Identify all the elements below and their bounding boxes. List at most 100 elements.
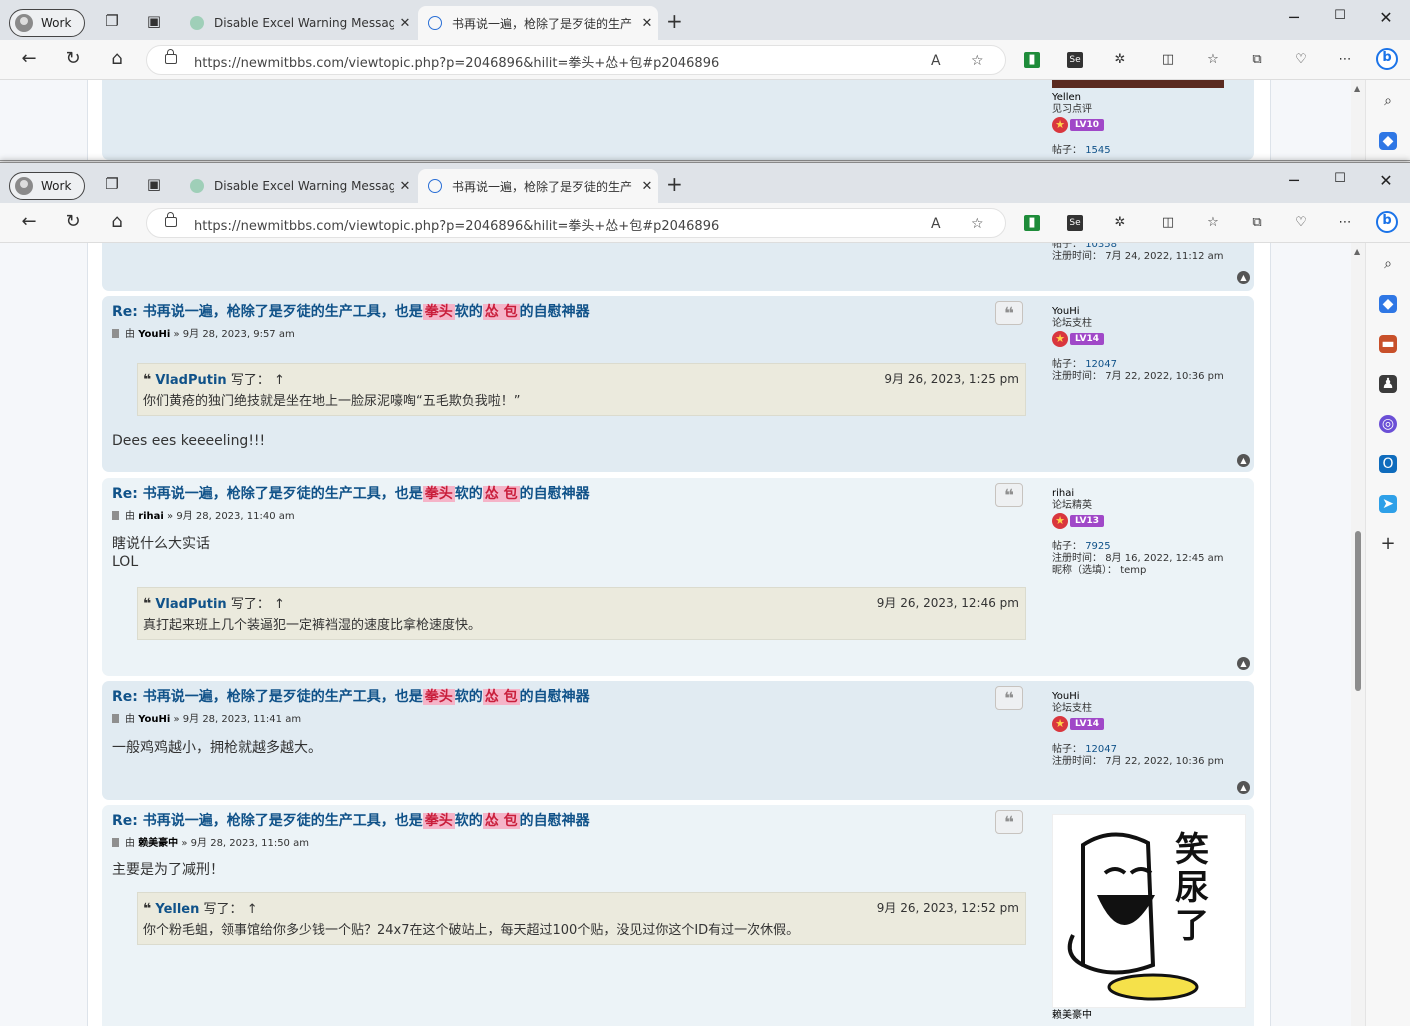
profile-button[interactable]: Work [9, 9, 85, 37]
tab-forum[interactable]: 书再说一遍，枪除了是歹徒的生产 ✕ [418, 169, 658, 203]
scroll-up-icon[interactable]: ▲ [1354, 247, 1360, 256]
favorite-star-icon[interactable]: ☆ [971, 53, 984, 69]
collections-icon[interactable]: ⧉ [1249, 52, 1265, 68]
tab-actions-icon[interactable]: ▣ [146, 13, 162, 29]
posts-count[interactable]: 7925 [1085, 541, 1110, 552]
quote-button[interactable]: ❝ [995, 686, 1023, 710]
scroll-up-icon[interactable]: ▲ [1354, 84, 1360, 93]
user-avatar-image[interactable]: 笑尿了 [1052, 814, 1246, 1008]
search-icon[interactable]: ⌕ [1379, 255, 1397, 273]
collections-icon[interactable]: ⧉ [1249, 215, 1265, 231]
favorites-icon[interactable]: ☆ [1205, 52, 1221, 68]
back-to-top-icon[interactable]: ▲ [1237, 454, 1250, 467]
profile-button[interactable]: Work [9, 172, 85, 200]
games-icon[interactable]: ♟ [1379, 375, 1397, 393]
home-icon[interactable]: ⌂ [106, 211, 128, 233]
posts-count[interactable]: 1545 [1085, 145, 1110, 156]
url-field[interactable]: https://newmitbbs.com/viewtopic.php?p=20… [146, 45, 1006, 75]
microsoft-365-icon[interactable]: ◎ [1379, 415, 1397, 433]
quote-button[interactable]: ❝ [995, 301, 1023, 325]
workspaces-icon[interactable]: ❐ [104, 13, 120, 29]
bing-copilot-icon[interactable]: b [1376, 48, 1398, 70]
favorite-star-icon[interactable]: ☆ [971, 216, 984, 232]
back-icon[interactable]: ← [18, 48, 40, 70]
scrollbar[interactable]: ▲ [1351, 243, 1365, 1026]
extensions-puzzle-icon[interactable]: ✲ [1112, 52, 1128, 68]
tab-actions-icon[interactable]: ▣ [146, 176, 162, 192]
close-window-icon[interactable]: ✕ [1376, 8, 1396, 27]
posts-count[interactable]: 10358 [1085, 243, 1117, 250]
extension-green-icon[interactable]: ▮ [1024, 52, 1040, 68]
new-tab-icon[interactable]: + [666, 174, 683, 194]
refresh-icon[interactable]: ↻ [62, 211, 84, 233]
performance-icon[interactable]: ♡ [1293, 52, 1309, 68]
split-screen-icon[interactable]: ◫ [1160, 215, 1176, 231]
profile-username[interactable]: Yellen [1052, 92, 1252, 104]
post-author[interactable]: YouHi [138, 329, 170, 340]
home-icon[interactable]: ⌂ [106, 48, 128, 70]
post-author[interactable]: 赖美豪中 [138, 838, 178, 849]
workspaces-icon[interactable]: ❐ [104, 176, 120, 192]
post-title[interactable]: Re: 书再说一遍，枪除了是歹徒的生产工具，也是 拳头 软的怂 包的自慰神器 [112, 810, 590, 830]
tab-excel[interactable]: Disable Excel Warning Messages ✕ [180, 169, 416, 203]
close-tab-icon[interactable]: ✕ [636, 179, 658, 194]
jump-to-quote-link[interactable]: ↑ [274, 597, 285, 612]
profile-username[interactable]: YouHi [1052, 691, 1252, 703]
more-menu-icon[interactable]: ⋯ [1337, 52, 1353, 68]
quote-button[interactable]: ❝ [995, 483, 1023, 507]
maximize-icon[interactable]: ☐ [1330, 171, 1350, 186]
post-title[interactable]: Re: 书再说一遍，枪除了是歹徒的生产工具，也是 拳头 软的怂 包的自慰神器 [112, 301, 590, 321]
read-aloud-icon[interactable]: A [931, 216, 941, 232]
close-tab-icon[interactable]: ✕ [636, 16, 658, 31]
favorites-icon[interactable]: ☆ [1205, 215, 1221, 231]
quote-author[interactable]: VladPutin [155, 597, 226, 612]
minimize-icon[interactable]: ─ [1284, 8, 1304, 27]
back-to-top-icon[interactable]: ▲ [1237, 657, 1250, 670]
post-title[interactable]: Re: 书再说一遍，枪除了是歹徒的生产工具，也是 拳头 软的怂 包的自慰神器 [112, 686, 590, 706]
send-icon[interactable]: ➤ [1379, 495, 1397, 513]
refresh-icon[interactable]: ↻ [62, 48, 84, 70]
outlook-icon[interactable]: O [1379, 455, 1397, 473]
minimize-icon[interactable]: ─ [1284, 171, 1304, 190]
profile-username[interactable]: rihai [1052, 488, 1252, 500]
close-tab-icon[interactable]: ✕ [394, 16, 416, 31]
posts-count[interactable]: 12047 [1085, 359, 1117, 370]
bing-copilot-icon[interactable]: b [1376, 211, 1398, 233]
extension-green-icon[interactable]: ▮ [1024, 215, 1040, 231]
maximize-icon[interactable]: ☐ [1330, 8, 1350, 23]
close-tab-icon[interactable]: ✕ [394, 179, 416, 194]
back-to-top-icon[interactable]: ▲ [1237, 781, 1250, 794]
quote-author[interactable]: VladPutin [155, 373, 226, 388]
quote-button[interactable]: ❝ [995, 810, 1023, 834]
scrollbar[interactable]: ▲ [1351, 80, 1365, 160]
post-title[interactable]: Re: 书再说一遍，枪除了是歹徒的生产工具，也是 拳头 软的怂 包的自慰神器 [112, 483, 590, 503]
shopping-tag-icon[interactable]: ◆ [1379, 132, 1397, 150]
new-tab-icon[interactable]: + [666, 11, 683, 31]
performance-icon[interactable]: ♡ [1293, 215, 1309, 231]
scrollbar-thumb[interactable] [1355, 531, 1361, 691]
quote-author[interactable]: Yellen [155, 902, 199, 917]
profile-username[interactable]: 赖美豪中 [1052, 1010, 1252, 1022]
tab-forum[interactable]: 书再说一遍，枪除了是歹徒的生产 ✕ [418, 6, 658, 40]
close-window-icon[interactable]: ✕ [1376, 171, 1396, 190]
jump-to-quote-link[interactable]: ↑ [274, 373, 285, 388]
shopping-tag-icon[interactable]: ◆ [1379, 295, 1397, 313]
selenium-icon[interactable]: Se [1067, 52, 1083, 68]
url-field[interactable]: https://newmitbbs.com/viewtopic.php?p=20… [146, 208, 1006, 238]
split-screen-icon[interactable]: ◫ [1160, 52, 1176, 68]
more-menu-icon[interactable]: ⋯ [1337, 215, 1353, 231]
back-to-top-icon[interactable]: ▲ [1237, 271, 1250, 284]
extensions-puzzle-icon[interactable]: ✲ [1112, 215, 1128, 231]
jump-to-quote-link[interactable]: ↑ [247, 902, 258, 917]
read-aloud-icon[interactable]: A [931, 53, 941, 69]
post-author[interactable]: YouHi [138, 714, 170, 725]
post-author[interactable]: rihai [138, 511, 164, 522]
tab-excel[interactable]: Disable Excel Warning Messages ✕ [180, 6, 416, 40]
posts-count[interactable]: 12047 [1085, 744, 1117, 755]
tools-briefcase-icon[interactable]: ▬ [1379, 335, 1397, 353]
back-icon[interactable]: ← [18, 211, 40, 233]
add-sidebar-app-icon[interactable]: + [1379, 535, 1397, 553]
profile-username[interactable]: YouHi [1052, 306, 1252, 318]
selenium-icon[interactable]: Se [1067, 215, 1083, 231]
search-icon[interactable]: ⌕ [1379, 92, 1397, 110]
